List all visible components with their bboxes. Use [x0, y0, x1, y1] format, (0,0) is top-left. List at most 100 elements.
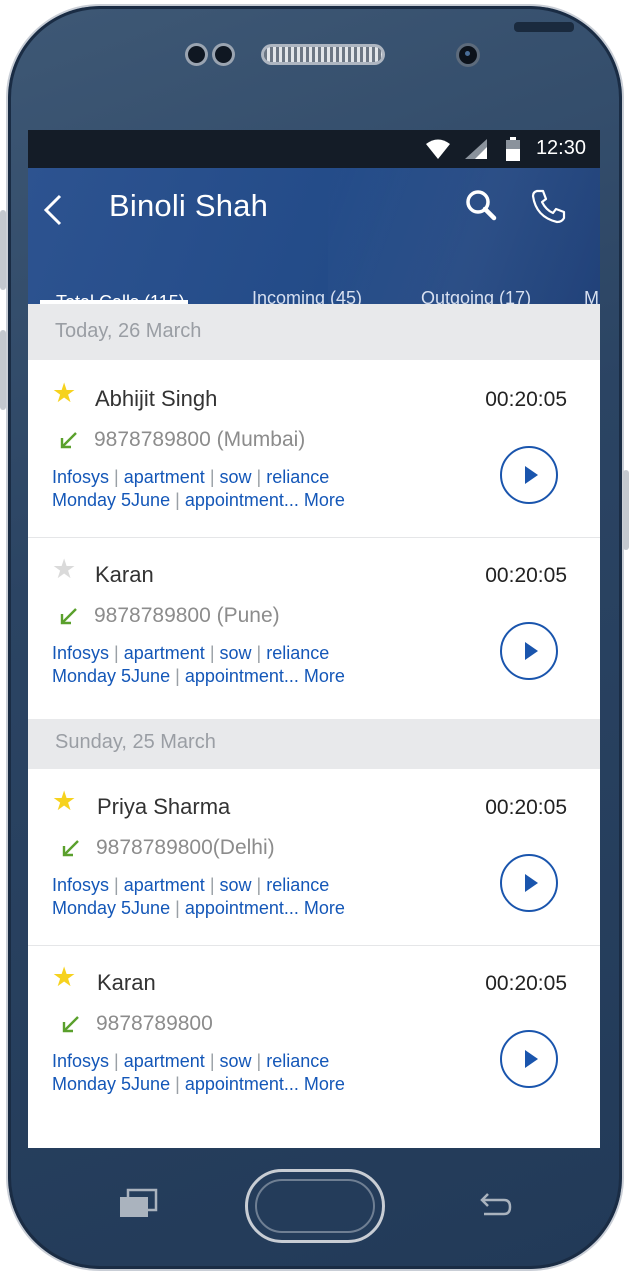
volume-button [0, 330, 6, 410]
phone-screen: 12:30 Binoli Shah Total Calls (115) Inco… [28, 130, 600, 1148]
tag-link[interactable]: apartment [124, 643, 205, 663]
power-button [623, 470, 629, 550]
date-label: Sunday, 25 March [55, 731, 216, 753]
tag-separator: | [114, 467, 119, 487]
tag-separator: | [209, 1051, 215, 1071]
tag-link[interactable]: Infosys [52, 875, 109, 895]
tag-separator: | [209, 467, 215, 487]
date-header: Today, 26 March [28, 304, 600, 360]
phone-icon[interactable] [528, 186, 568, 226]
call-duration: 00:20:05 [485, 796, 567, 819]
call-row[interactable]: ★ Karan 00:20:05 9878789800 (Pune) Infos… [28, 538, 600, 713]
wifi-icon [426, 139, 450, 159]
contact-name: Abhijit Singh [95, 386, 218, 411]
incoming-call-arrow-icon [60, 608, 77, 625]
tag-separator: | [175, 490, 180, 510]
call-log-list: Today, 26 March ★ Abhijit Singh 00:20:05… [28, 304, 600, 1148]
sensor-dot [188, 46, 205, 63]
app-bar: Binoli Shah Total Calls (115) Incoming (… [28, 168, 600, 312]
star-icon[interactable]: ★ [52, 964, 76, 991]
play-recording-button[interactable] [500, 446, 558, 504]
call-duration: 00:20:05 [485, 388, 567, 411]
more-tags-link[interactable]: appointment... More [185, 666, 345, 686]
back-arrow-icon[interactable] [40, 188, 70, 232]
date-label: Today, 26 March [55, 320, 202, 342]
search-icon[interactable] [462, 186, 502, 226]
front-camera [459, 46, 477, 64]
tag-link[interactable]: apartment [124, 875, 205, 895]
tag-link[interactable]: Monday 5June [52, 1074, 170, 1094]
tag-link[interactable]: sow [220, 875, 252, 895]
tag-link[interactable]: Monday 5June [52, 666, 170, 686]
recent-apps-icon[interactable] [118, 1188, 160, 1220]
more-tags-link[interactable]: appointment... More [185, 1074, 345, 1094]
tag-separator: | [114, 643, 119, 663]
tag-separator: | [175, 1074, 180, 1094]
back-key-icon[interactable] [474, 1188, 516, 1220]
call-row[interactable]: ★ Priya Sharma 00:20:05 9878789800(Delhi… [28, 770, 600, 946]
tag-link[interactable]: sow [220, 1051, 252, 1071]
more-tags-link[interactable]: appointment... More [185, 898, 345, 918]
tag-link[interactable]: reliance [266, 875, 329, 895]
contact-name: Karan [97, 970, 156, 995]
tag-separator: | [256, 643, 262, 663]
phone-number: 9878789800 [96, 1012, 213, 1035]
tag-separator: | [114, 1051, 119, 1071]
incoming-call-arrow-icon [62, 1016, 79, 1033]
contact-name: Karan [95, 562, 154, 587]
call-tags: Infosys | apartment | sow | reliance Mon… [52, 874, 345, 920]
tag-link[interactable]: Infosys [52, 1051, 109, 1071]
date-header: Sunday, 25 March [28, 719, 600, 769]
star-icon[interactable]: ★ [52, 380, 76, 407]
tag-link[interactable]: Monday 5June [52, 898, 170, 918]
call-tags: Infosys | apartment | sow | reliance Mon… [52, 642, 345, 688]
tag-link[interactable]: apartment [124, 467, 205, 487]
status-time: 12:30 [535, 137, 586, 159]
tag-separator: | [256, 467, 262, 487]
tag-link[interactable]: sow [220, 467, 252, 487]
tag-link[interactable]: Infosys [52, 467, 109, 487]
volume-button [0, 210, 6, 290]
tag-link[interactable]: reliance [266, 467, 329, 487]
tag-link[interactable]: reliance [266, 1051, 329, 1071]
incoming-call-arrow-icon [60, 432, 77, 449]
call-row[interactable]: ★ Karan 00:20:05 9878789800 Infosys | ap… [28, 946, 600, 1121]
call-duration: 00:20:05 [485, 972, 567, 995]
sensor-dot [215, 46, 232, 63]
play-recording-button[interactable] [500, 622, 558, 680]
call-tags: Infosys | apartment | sow | reliance Mon… [52, 1050, 345, 1096]
phone-number: 9878789800 (Pune) [94, 604, 280, 627]
phone-number: 9878789800 (Mumbai) [94, 428, 306, 451]
play-recording-button[interactable] [500, 1030, 558, 1088]
page-title: Binoli Shah [109, 188, 269, 223]
tag-separator: | [175, 666, 180, 686]
phone-number: 9878789800(Delhi) [96, 836, 275, 859]
signal-icon [465, 139, 487, 159]
tag-link[interactable]: Monday 5June [52, 490, 170, 510]
tag-separator: | [256, 1051, 262, 1071]
contact-name: Priya Sharma [97, 794, 231, 819]
earpiece-speaker [264, 47, 382, 62]
call-row[interactable]: ★ Abhijit Singh 00:20:05 9878789800 (Mum… [28, 362, 600, 538]
tag-link[interactable]: apartment [124, 1051, 205, 1071]
tag-link[interactable]: sow [220, 643, 252, 663]
tag-link[interactable]: Infosys [52, 643, 109, 663]
tag-separator: | [175, 898, 180, 918]
star-icon[interactable]: ★ [52, 556, 76, 583]
tag-separator: | [209, 643, 215, 663]
call-tags: Infosys | apartment | sow | reliance Mon… [52, 466, 345, 512]
call-duration: 00:20:05 [485, 564, 567, 587]
more-tags-link[interactable]: appointment... More [185, 490, 345, 510]
home-button[interactable] [245, 1169, 385, 1243]
tag-link[interactable]: reliance [266, 643, 329, 663]
phone-top-slit [514, 22, 574, 32]
play-recording-button[interactable] [500, 854, 558, 912]
battery-icon [506, 137, 520, 161]
tag-separator: | [256, 875, 262, 895]
call-tabs: Total Calls (115) Incoming (45) Outgoing… [28, 256, 600, 312]
star-icon[interactable]: ★ [52, 788, 76, 815]
tag-separator: | [114, 875, 119, 895]
incoming-call-arrow-icon [62, 840, 79, 857]
tag-separator: | [209, 875, 215, 895]
status-bar: 12:30 [28, 130, 600, 168]
